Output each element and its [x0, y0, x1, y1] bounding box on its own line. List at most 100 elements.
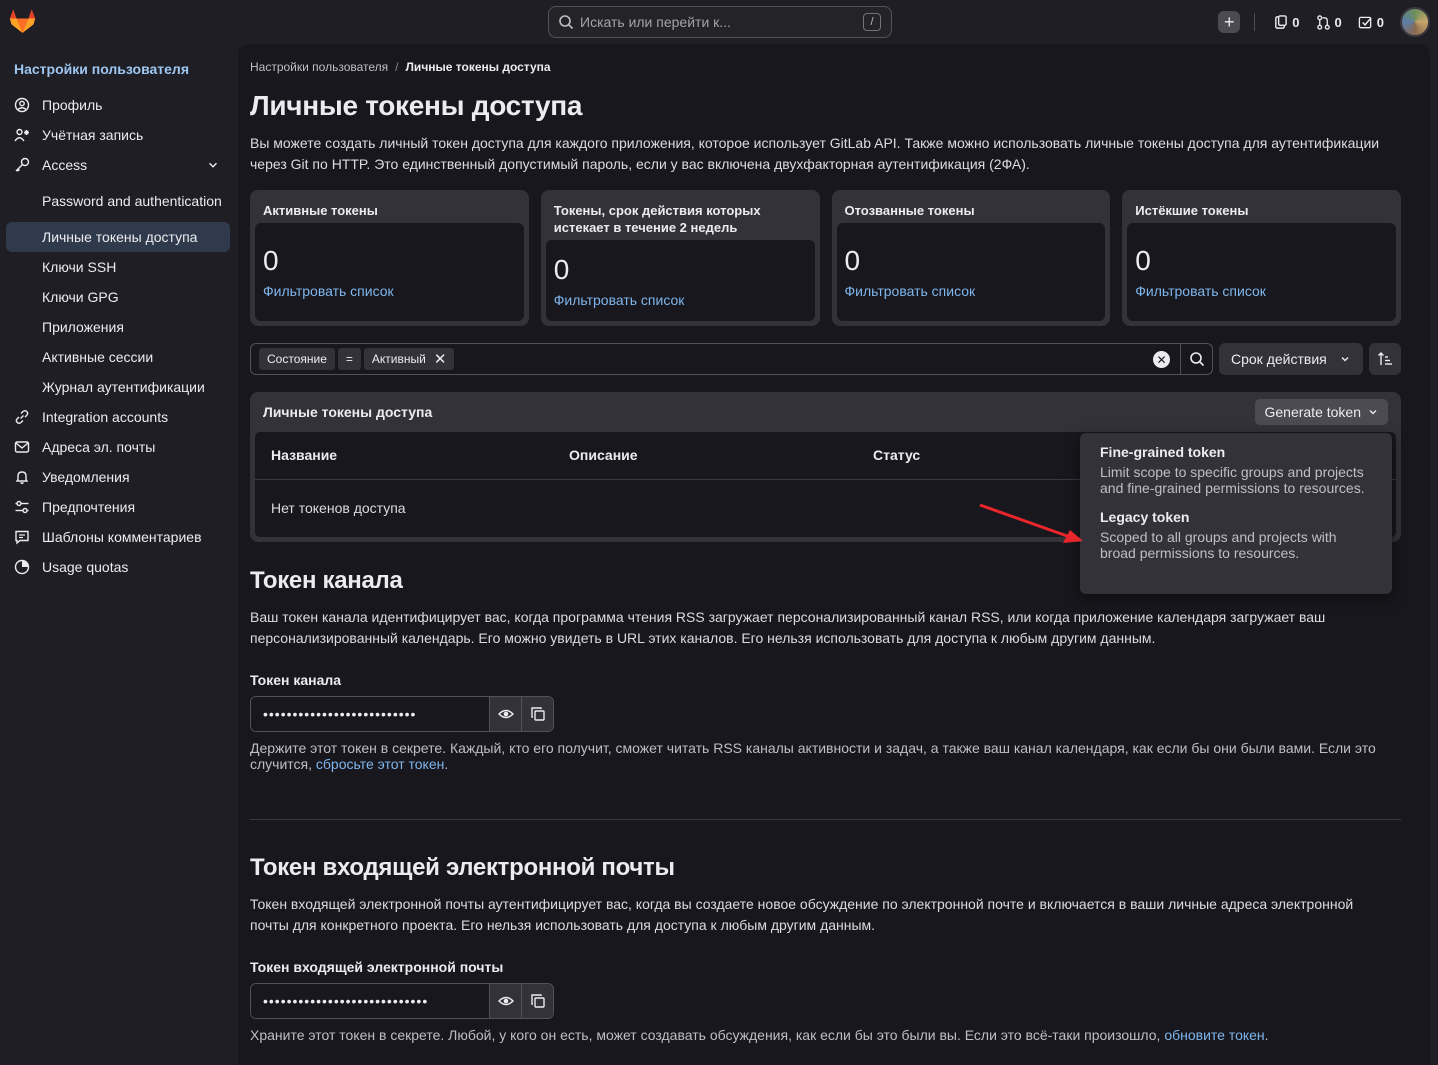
incoming-email-token-field: ••••••••••••••••••••••••••••: [250, 983, 554, 1019]
filter-list-link[interactable]: Фильтровать список: [554, 292, 807, 308]
issues-counter[interactable]: 0: [1269, 15, 1303, 30]
sidebar-item-label: Адреса эл. почты: [42, 439, 156, 455]
chevron-down-icon: [1341, 357, 1349, 362]
feed-token-heading: Токен канала: [250, 567, 403, 594]
sidebar-item-access[interactable]: Access: [6, 150, 230, 180]
sidebar-item-comment-templates[interactable]: Шаблоны комментариев: [6, 522, 230, 552]
remove-filter-icon[interactable]: ✕: [434, 350, 447, 368]
sidebar-item-ssh-keys[interactable]: Ключи SSH: [6, 252, 230, 282]
sidebar-item-auth-log[interactable]: Журнал аутентификации: [6, 372, 230, 402]
sidebar-item-account[interactable]: Учётная запись: [6, 120, 230, 150]
sidebar-item-emails[interactable]: Адреса эл. почты: [6, 432, 230, 462]
copy-token-button[interactable]: [521, 697, 553, 731]
todo-icon: [1358, 16, 1372, 28]
menu-item-legacy-token[interactable]: Legacy token Scoped to all groups and pr…: [1100, 508, 1372, 561]
filter-list-link[interactable]: Фильтровать список: [263, 283, 516, 299]
sidebar-item-label: Ключи GPG: [42, 289, 119, 305]
column-header-status[interactable]: Статус: [873, 447, 920, 463]
breadcrumb-current: Личные токены доступа: [405, 60, 551, 74]
show-token-button[interactable]: [489, 984, 522, 1018]
sidebar-item-label: Integration accounts: [42, 409, 169, 425]
stat-card-count: 0: [263, 245, 279, 276]
profile-icon: [14, 97, 30, 113]
sidebar-item-notifications[interactable]: Уведомления: [6, 462, 230, 492]
reset-incoming-token-link[interactable]: обновите токен: [1164, 1027, 1264, 1043]
search-icon: [1189, 352, 1204, 367]
comment-icon: [14, 529, 30, 545]
clear-search-icon[interactable]: ✕: [1153, 351, 1170, 368]
incoming-help-text: Храните этот токен в секрете. Любой, у к…: [250, 1027, 1165, 1043]
filter-list-link[interactable]: Фильтровать список: [1135, 283, 1388, 299]
breadcrumb-parent-link[interactable]: Настройки пользователя: [250, 60, 388, 74]
sidebar-item-active-sessions[interactable]: Активные сессии: [6, 342, 230, 372]
incoming-help-suffix: .: [1264, 1027, 1269, 1043]
stat-card-count: 0: [844, 245, 861, 276]
filter-token-field[interactable]: Состояние: [259, 348, 335, 370]
stat-card-revoked: Отозванные токены 0 Фильтровать список: [831, 190, 1111, 326]
global-search-input[interactable]: Искать или перейти к... /: [548, 6, 892, 38]
token-filter-bar: Состояние = Активный ✕ ✕ Срок действия: [250, 343, 1401, 375]
mail-icon: [14, 439, 30, 455]
stat-card-expiring: Токены, срок действия которых истекает в…: [540, 190, 820, 326]
sidebar-item-integration-accounts[interactable]: Integration accounts: [6, 402, 230, 432]
todos-count: 0: [1376, 14, 1384, 30]
filter-list-link[interactable]: Фильтровать список: [845, 283, 1098, 299]
create-new-button[interactable]: +: [1218, 11, 1241, 33]
stat-card-expired: Истёкшие токены 0 Фильтровать список: [1122, 190, 1401, 326]
merge-request-icon: [1316, 14, 1330, 30]
user-avatar[interactable]: [1400, 7, 1430, 37]
sort-ascending-icon: [1378, 352, 1392, 365]
sidebar-item-label: Предпочтения: [42, 499, 136, 515]
filter-token-value-label: Активный: [371, 352, 426, 366]
merge-requests-counter[interactable]: 0: [1312, 15, 1346, 30]
feed-token-help: Держите этот токен в секрете. Каждый, кт…: [250, 740, 1400, 772]
sort-dropdown[interactable]: Срок действия: [1219, 343, 1363, 375]
search-placeholder: Искать или перейти к...: [580, 14, 731, 30]
incoming-email-token-help: Храните этот токен в секрете. Любой, у к…: [250, 1027, 1400, 1043]
feed-token-value[interactable]: ••••••••••••••••••••••••••: [251, 697, 490, 731]
todos-counter[interactable]: 0: [1354, 15, 1388, 30]
stat-card-count: 0: [1135, 245, 1151, 276]
filtered-search-input[interactable]: Состояние = Активный ✕ ✕: [250, 343, 1213, 375]
sidebar-item-applications[interactable]: Приложения: [6, 312, 230, 342]
sidebar-item-gpg-keys[interactable]: Ключи GPG: [6, 282, 230, 312]
sort-direction-button[interactable]: [1369, 343, 1401, 375]
incoming-email-token-value[interactable]: ••••••••••••••••••••••••••••: [251, 984, 490, 1018]
column-header-description[interactable]: Описание: [569, 447, 638, 463]
sidebar-item-password[interactable]: Password and authentication: [6, 180, 230, 222]
show-token-button[interactable]: [489, 697, 522, 731]
tokens-panel-title: Личные токены доступа: [263, 404, 433, 420]
menu-item-description: Limit scope to specific groups and proje…: [1100, 464, 1365, 496]
reset-feed-token-link[interactable]: сбросьте этот токен: [316, 756, 444, 772]
copy-token-button[interactable]: [521, 984, 553, 1018]
search-icon: [559, 15, 574, 30]
annotation-arrow-icon: [979, 503, 1083, 543]
generate-token-button[interactable]: Generate token: [1255, 399, 1388, 425]
filter-token-value[interactable]: Активный ✕: [363, 348, 455, 370]
sidebar-item-label: Access: [42, 157, 88, 173]
link-icon: [14, 409, 30, 425]
stat-card-title: Активные токены: [263, 203, 378, 218]
sidebar-item-personal-access-tokens[interactable]: Личные токены доступа: [6, 222, 230, 252]
menu-item-title: Legacy token: [1100, 509, 1190, 525]
sort-dropdown-label: Срок действия: [1231, 351, 1327, 367]
sidebar-item-profile[interactable]: Профиль: [6, 90, 230, 120]
menu-item-fine-grained-token[interactable]: Fine-grained token Limit scope to specif…: [1100, 443, 1372, 496]
sidebar-title[interactable]: Настройки пользователя: [14, 61, 189, 77]
empty-state-text: Нет токенов доступа: [271, 500, 406, 516]
filter-token-operator[interactable]: =: [337, 348, 361, 370]
incoming-email-token-label: Токен входящей электронной почты: [250, 959, 504, 975]
plus-icon: +: [1224, 12, 1235, 32]
quota-icon: [14, 559, 30, 575]
copy-icon: [530, 994, 545, 1008]
page-description: Вы можете создать личный токен доступа д…: [250, 135, 1380, 172]
sidebar-item-preferences[interactable]: Предпочтения: [6, 492, 230, 522]
gitlab-logo-icon[interactable]: [9, 8, 36, 34]
sidebar-item-usage-quotas[interactable]: Usage quotas: [6, 552, 230, 582]
generate-token-menu: Fine-grained token Limit scope to specif…: [1080, 433, 1392, 594]
search-submit-button[interactable]: [1180, 344, 1212, 374]
incoming-email-token-description: Токен входящей электронной почты аутенти…: [250, 896, 1354, 933]
chevron-down-icon: [1369, 410, 1377, 415]
sidebar-item-label: Уведомления: [42, 469, 130, 485]
column-header-name[interactable]: Название: [271, 447, 337, 463]
